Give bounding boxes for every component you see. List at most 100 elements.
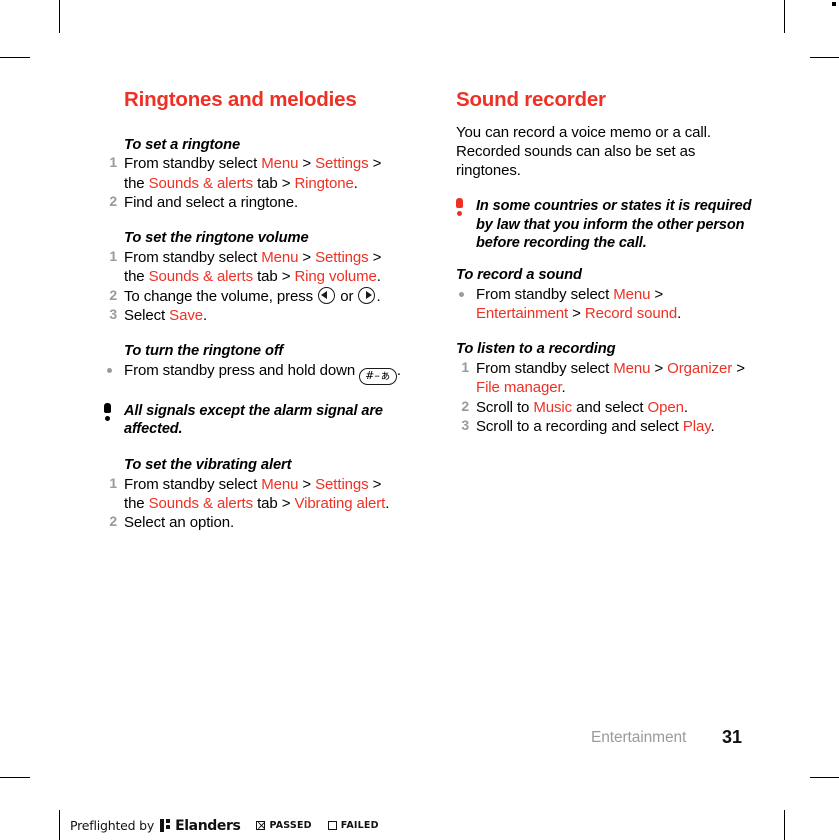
left-column: Ringtones and melodies To set a ringtone… bbox=[104, 88, 404, 533]
crop-mark-top-right-vertical bbox=[784, 0, 785, 33]
procedure-step: 2 Scroll to Music and select Open. bbox=[456, 398, 756, 417]
procedure-step: 3 Select Save. bbox=[104, 306, 404, 325]
bullet-icon bbox=[107, 367, 112, 373]
step-text: tab > bbox=[253, 268, 295, 286]
registration-dot bbox=[832, 2, 836, 6]
preflight-passed: PASSED bbox=[256, 820, 312, 831]
ui-path-term: Ringtone bbox=[294, 174, 354, 192]
ui-path-term: Settings bbox=[315, 248, 369, 266]
step-text: Find and select a ringtone. bbox=[124, 193, 299, 211]
step-text: To change the volume, press bbox=[124, 287, 318, 305]
step-text: and select bbox=[572, 398, 648, 416]
step-number: 3 bbox=[461, 416, 469, 433]
step-number: 3 bbox=[109, 305, 117, 322]
step-text: . bbox=[385, 495, 390, 513]
preflight-brand: Elanders bbox=[175, 817, 241, 834]
step-text: . bbox=[353, 174, 358, 192]
ui-path-term: Save bbox=[169, 306, 203, 324]
step-number: 1 bbox=[109, 154, 117, 171]
note-text: In some countries or states it is requir… bbox=[476, 198, 752, 252]
ui-path-term: Open bbox=[647, 398, 684, 416]
procedure-steps: 1 From standby select Menu > Settings > t… bbox=[104, 154, 404, 212]
step-text: . bbox=[396, 361, 401, 379]
crop-mark-bottom-right-vertical bbox=[784, 810, 785, 840]
step-text: From standby select bbox=[476, 360, 614, 378]
preflight-stamp: Preflighted by Elanders PASSED FAILED bbox=[60, 812, 379, 839]
volume-up-key-icon bbox=[358, 286, 376, 304]
ui-path-term: File manager bbox=[476, 379, 562, 397]
ui-path-term: Entertainment bbox=[476, 305, 569, 323]
footer-chapter-name: Entertainment bbox=[591, 729, 687, 746]
procedure-title: To set the ringtone volume bbox=[124, 230, 309, 247]
step-text: From standby select bbox=[476, 285, 614, 303]
sound-recorder-intro: You can record a voice memo or a call. R… bbox=[456, 123, 711, 180]
ui-path-term: Sounds & alerts bbox=[148, 495, 254, 513]
step-text: > bbox=[650, 360, 668, 378]
procedure-steps: 1 From standby select Menu > Settings > t… bbox=[104, 248, 404, 325]
procedure-steps: 1 From standby select Menu > Settings > t… bbox=[104, 475, 404, 533]
step-text: tab > bbox=[253, 495, 295, 513]
ui-path-term: Sounds & alerts bbox=[148, 174, 254, 192]
preflight-failed: FAILED bbox=[327, 820, 379, 831]
crop-mark-top-right-horizontal bbox=[810, 57, 839, 58]
procedure-title: To turn the ringtone off bbox=[124, 343, 284, 360]
step-text: . bbox=[202, 306, 208, 324]
exclamation-icon bbox=[104, 402, 111, 421]
step-text: Scroll to bbox=[476, 398, 534, 416]
procedure-step: From standby press and hold down #–ぁ. bbox=[104, 361, 404, 385]
procedure-step: 1 From standby select Menu > Settings > t… bbox=[104, 154, 404, 193]
step-number: 2 bbox=[109, 513, 117, 530]
right-column: Sound recorder You can record a voice me… bbox=[456, 88, 756, 436]
right-procedures: To record a sound From standby select Men… bbox=[456, 253, 756, 436]
step-text: Select an option. bbox=[124, 514, 235, 532]
procedure-steps: From standby press and hold down #–ぁ. bbox=[104, 361, 404, 385]
procedure-step: 1 From standby select Menu > Settings > t… bbox=[104, 248, 404, 287]
step-text: . bbox=[561, 379, 566, 397]
procedure-step: 1 From standby select Menu > Settings > t… bbox=[104, 475, 404, 514]
note-alarm-signal: All signals except the alarm signal are … bbox=[104, 402, 404, 439]
step-text: > bbox=[298, 155, 316, 173]
procedure-step: 3 Scroll to a recording and select Play. bbox=[456, 417, 756, 436]
volume-down-key-icon bbox=[318, 286, 336, 304]
step-number: 1 bbox=[109, 247, 117, 264]
crop-mark-bottom-right-horizontal bbox=[810, 777, 839, 778]
ui-path-term: Ring volume bbox=[294, 268, 377, 286]
procedure-steps: 1 From standby select Menu > Organizer > … bbox=[456, 359, 756, 436]
step-text: . bbox=[376, 268, 381, 286]
ui-path-term: Menu bbox=[261, 475, 299, 493]
ui-path-term: Menu bbox=[261, 248, 299, 266]
crop-mark-top-left-horizontal bbox=[0, 57, 30, 58]
ui-path-term: Organizer bbox=[667, 360, 733, 378]
preflight-passed-label: PASSED bbox=[269, 820, 312, 831]
ui-path-term: Settings bbox=[315, 155, 369, 173]
step-number: 2 bbox=[109, 286, 117, 303]
left-procedures: To set a ringtone 1 From standby select Me… bbox=[104, 123, 404, 533]
crop-mark-bottom-left-horizontal bbox=[0, 777, 30, 778]
note-recording-law: In some countries or states it is requir… bbox=[456, 197, 756, 253]
step-text: or bbox=[336, 287, 358, 305]
step-number: 2 bbox=[461, 397, 469, 414]
preflight-prefix: Preflighted by bbox=[70, 818, 155, 833]
preflight-failed-label: FAILED bbox=[340, 820, 379, 831]
step-text: . bbox=[683, 398, 688, 416]
ui-path-term: Play bbox=[682, 417, 711, 435]
ui-path-term: Music bbox=[533, 398, 573, 416]
step-text: > bbox=[650, 285, 664, 303]
procedure-title: To set the vibrating alert bbox=[124, 456, 292, 473]
step-text: > bbox=[732, 360, 745, 378]
page-footer: Entertainment 31 bbox=[456, 727, 756, 753]
step-text: > bbox=[298, 248, 316, 266]
step-number: 1 bbox=[109, 474, 117, 491]
manual-page: Ringtones and melodies To set a ringtone… bbox=[0, 0, 839, 840]
ui-path-term: Menu bbox=[613, 285, 651, 303]
step-number: 1 bbox=[461, 359, 469, 376]
ui-path-term: Sounds & alerts bbox=[148, 268, 254, 286]
procedure-title: To record a sound bbox=[456, 267, 582, 283]
step-text: . bbox=[376, 287, 381, 305]
ui-path-term: Record sound bbox=[584, 305, 678, 323]
bullet-icon bbox=[459, 291, 464, 297]
footer-page-number: 31 bbox=[722, 727, 743, 747]
checkbox-passed-icon bbox=[256, 821, 266, 830]
ui-path-term: Settings bbox=[315, 475, 369, 493]
ui-path-term: Menu bbox=[613, 360, 651, 378]
